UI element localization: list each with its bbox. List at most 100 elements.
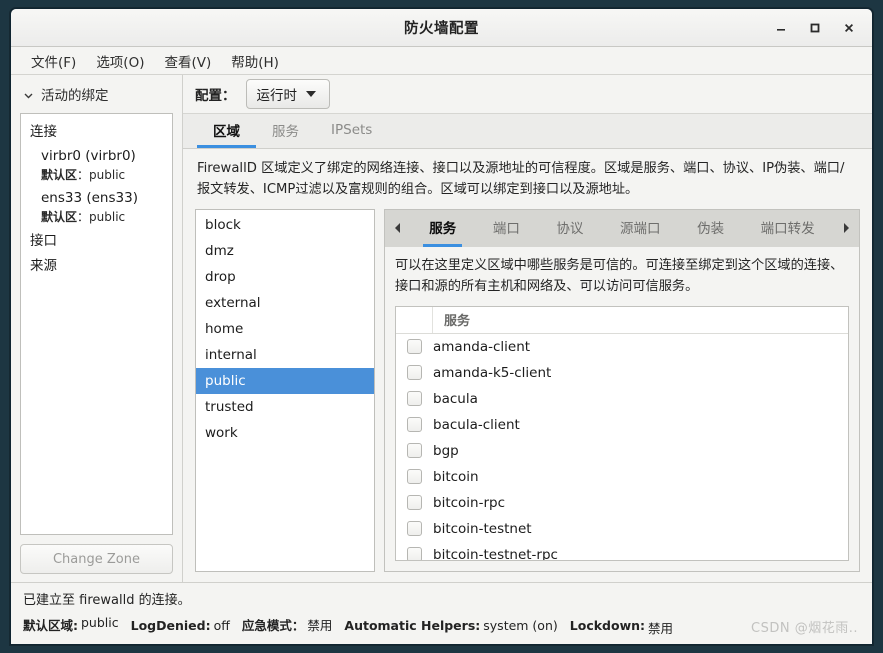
- service-name: bacula: [433, 390, 478, 407]
- service-name: amanda-k5-client: [433, 364, 552, 381]
- services-table-header: 服务: [396, 306, 848, 334]
- bindings-list[interactable]: 连接 virbr0 (virbr0) 默认区：public ens33 (ens…: [20, 113, 173, 535]
- table-row[interactable]: bitcoin-rpc: [396, 490, 848, 516]
- connection-zone-label: 默认区: [41, 168, 78, 183]
- menu-view[interactable]: 查看(V): [156, 48, 219, 74]
- table-row[interactable]: amanda-client: [396, 334, 848, 360]
- zone-item-block[interactable]: block: [196, 212, 374, 238]
- row-checkbox-cell: [396, 495, 433, 510]
- row-checkbox-cell: [396, 443, 433, 458]
- tab-protocols[interactable]: 协议: [550, 210, 589, 247]
- bindings-group-interfaces: 接口: [30, 233, 57, 250]
- tab-services[interactable]: 服务: [256, 114, 315, 148]
- zone-item-external[interactable]: external: [196, 290, 374, 316]
- active-bindings-header[interactable]: 活动的绑定: [20, 75, 173, 113]
- menu-options[interactable]: 选项(O): [88, 48, 152, 74]
- window-title: 防火墙配置: [404, 21, 479, 37]
- connection-name: virbr0 (virbr0): [41, 147, 136, 164]
- window-controls: [766, 15, 864, 41]
- configuration-selected-value: 运行时: [256, 88, 298, 104]
- status-panic-mode: 应急模式： 禁用: [242, 615, 333, 634]
- connection-zone-value: public: [89, 210, 126, 225]
- outer-tab-bar: 区域 服务 IPSets: [183, 113, 872, 149]
- minimize-icon: [777, 28, 785, 31]
- list-item[interactable]: virbr0 (virbr0) 默认区：public: [21, 145, 172, 187]
- services-header-label: 服务: [444, 314, 471, 329]
- status-lockdown-value: 禁用: [648, 621, 674, 636]
- tab-scroll-right-button[interactable]: [833, 210, 859, 247]
- table-row[interactable]: bitcoin-testnet-rpc: [396, 542, 848, 560]
- service-checkbox[interactable]: [407, 417, 422, 432]
- status-logdenied-value: off: [213, 618, 230, 633]
- status-lockdown: Lockdown: 禁用: [570, 618, 673, 637]
- zone-item-internal[interactable]: internal: [196, 342, 374, 368]
- zone-item-dmz[interactable]: dmz: [196, 238, 374, 264]
- service-checkbox[interactable]: [407, 521, 422, 536]
- row-checkbox-cell: [396, 521, 433, 536]
- zone-item-drop[interactable]: drop: [196, 264, 374, 290]
- service-name: bgp: [433, 442, 459, 459]
- service-checkbox[interactable]: [407, 391, 422, 406]
- service-checkbox[interactable]: [407, 365, 422, 380]
- status-panic-mode-label: 应急模式：: [241, 618, 305, 633]
- configuration-select[interactable]: 运行时: [245, 79, 330, 109]
- services-table-body: amanda-client amanda-k5-client bacula ba…: [396, 334, 848, 560]
- table-row[interactable]: bgp: [396, 438, 848, 464]
- service-checkbox[interactable]: [407, 339, 422, 354]
- table-row[interactable]: bitcoin-testnet: [396, 516, 848, 542]
- active-bindings-label: 活动的绑定: [41, 88, 109, 104]
- service-checkbox[interactable]: [407, 495, 422, 510]
- service-checkbox[interactable]: [407, 469, 422, 484]
- title-bar: 防火墙配置: [11, 9, 872, 47]
- status-logdenied-label: LogDenied:: [130, 618, 211, 633]
- connection-zone: 默认区：public: [41, 208, 172, 226]
- table-row[interactable]: bacula: [396, 386, 848, 412]
- zone-item-trusted[interactable]: trusted: [196, 394, 374, 420]
- status-default-zone-value: public: [81, 615, 119, 630]
- status-panic-mode-value: 禁用: [307, 618, 333, 633]
- inner-tabs-list: 服务 端口 协议 源端口 伪装 端口转发: [411, 210, 833, 247]
- connection-zone-sep: ：: [77, 210, 90, 225]
- status-default-zone-label: 默认区域:: [23, 618, 78, 633]
- tab-masquerading[interactable]: 伪装: [691, 210, 730, 247]
- chevron-down-icon: [306, 91, 316, 97]
- minimize-button[interactable]: [766, 15, 796, 41]
- tab-source-ports[interactable]: 源端口: [614, 210, 667, 247]
- change-zone-button[interactable]: Change Zone: [20, 544, 173, 574]
- menu-file[interactable]: 文件(F): [23, 48, 84, 74]
- change-zone-wrap: Change Zone: [20, 535, 173, 574]
- tab-zones[interactable]: 区域: [197, 114, 256, 148]
- zone-description: FirewallD 区域定义了绑定的网络连接、接口以及源地址的可信程度。区域是服…: [183, 149, 872, 209]
- tab-services-inner[interactable]: 服务: [423, 210, 463, 247]
- status-automatic-helpers-value: system (on): [483, 618, 558, 633]
- tab-port-forwarding[interactable]: 端口转发: [755, 210, 821, 247]
- zone-item-work[interactable]: work: [196, 420, 374, 446]
- bindings-group-connections: 连接: [30, 124, 57, 140]
- row-checkbox-cell: [396, 339, 433, 354]
- status-automatic-helpers-label: Automatic Helpers:: [344, 618, 481, 633]
- zone-item-home[interactable]: home: [196, 316, 374, 342]
- services-table[interactable]: 服务 amanda-client amanda-k5-client bacula…: [395, 305, 849, 561]
- connection-name: ens33 (ens33): [41, 190, 138, 207]
- tab-ipsets[interactable]: IPSets: [315, 114, 388, 148]
- table-row[interactable]: bitcoin: [396, 464, 848, 490]
- table-row[interactable]: bacula-client: [396, 412, 848, 438]
- zone-item-public[interactable]: public: [196, 367, 374, 394]
- table-row[interactable]: amanda-k5-client: [396, 360, 848, 386]
- menu-help[interactable]: 帮助(H): [223, 48, 287, 74]
- service-checkbox[interactable]: [407, 443, 422, 458]
- bindings-group-sources: 来源: [30, 258, 57, 275]
- service-checkbox[interactable]: [407, 547, 422, 560]
- zone-list[interactable]: block dmz drop external home internal pu…: [195, 208, 375, 572]
- body-split: 活动的绑定 连接 virbr0 (virbr0) 默认区：public ens3…: [11, 75, 872, 582]
- tab-scroll-left-button[interactable]: [385, 210, 411, 247]
- chevron-down-icon: [23, 89, 34, 100]
- tab-ports[interactable]: 端口: [487, 210, 526, 247]
- connection-zone-label: 默认区: [41, 210, 78, 225]
- list-item[interactable]: ens33 (ens33) 默认区：public: [21, 187, 172, 229]
- row-checkbox-cell: [396, 391, 433, 406]
- sidebar: 活动的绑定 连接 virbr0 (virbr0) 默认区：public ens3…: [11, 75, 183, 582]
- close-button[interactable]: [834, 15, 864, 41]
- configuration-row: 配置： 运行时: [183, 75, 872, 113]
- maximize-button[interactable]: [800, 15, 830, 41]
